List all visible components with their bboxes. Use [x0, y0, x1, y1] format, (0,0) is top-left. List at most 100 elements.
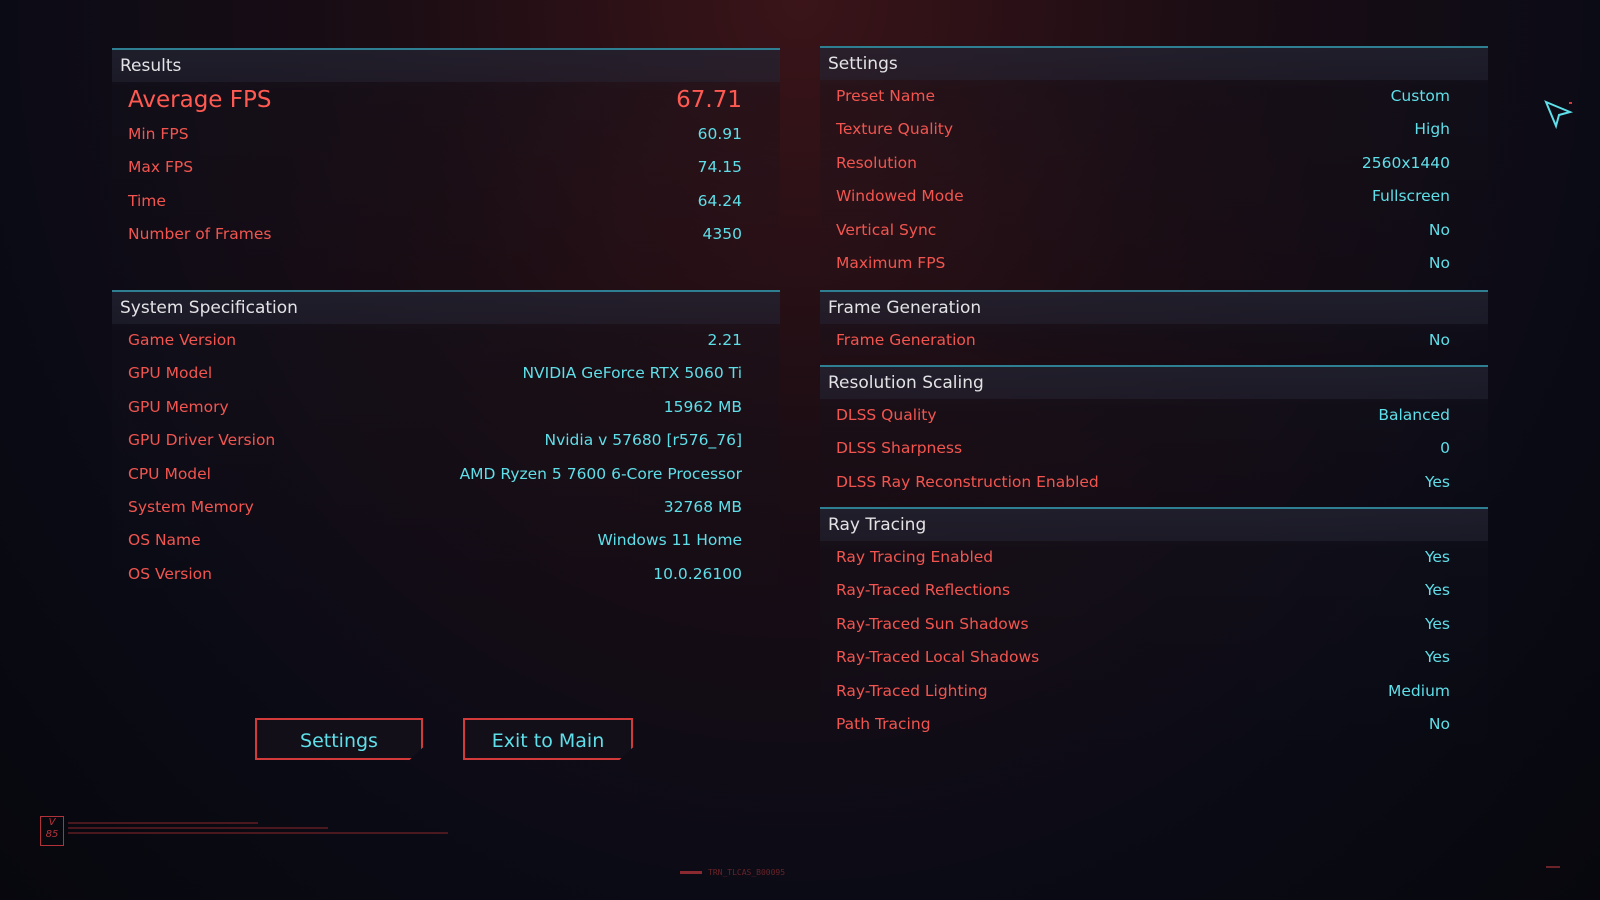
- row-label: OS Name: [128, 531, 201, 550]
- row-label: Preset Name: [836, 87, 935, 105]
- ray-tracing-row: Ray-Traced Lighting Medium: [820, 675, 1488, 708]
- system-row: GPU Driver Version Nvidia v 57680 [r576_…: [112, 424, 780, 457]
- row-label: Ray-Traced Local Shadows: [836, 648, 1040, 667]
- results-row: Max FPS 74.15: [112, 151, 780, 184]
- settings-section: Settings Preset Name Custom Texture Qual…: [820, 46, 1488, 290]
- row-value: AMD Ryzen 5 7600 6-Core Processor: [459, 464, 742, 483]
- row-label: Frame Generation: [836, 331, 976, 349]
- row-value: Yes: [1424, 648, 1450, 667]
- row-label: Min FPS: [128, 125, 189, 143]
- ray-tracing-title: Ray Tracing: [820, 509, 1488, 541]
- row-value: Balanced: [1378, 406, 1450, 424]
- resolution-scaling-row: DLSS Sharpness 0: [820, 432, 1488, 465]
- row-value: 15962 MB: [663, 397, 742, 416]
- system-spec-title: System Specification: [112, 292, 780, 324]
- row-label: Maximum FPS: [836, 253, 946, 272]
- row-value: 10.0.26100: [653, 564, 742, 583]
- row-label: Max FPS: [128, 158, 194, 177]
- row-value: 60.91: [697, 125, 742, 143]
- system-row: Game Version 2.21: [112, 324, 780, 357]
- row-label: Ray Tracing Enabled: [836, 548, 994, 566]
- ray-tracing-row: Ray Tracing Enabled Yes: [820, 541, 1488, 574]
- row-value: No: [1428, 253, 1450, 272]
- resolution-scaling-row: DLSS Quality Balanced: [820, 399, 1488, 432]
- settings-row: Preset Name Custom: [820, 80, 1488, 113]
- settings-row: Resolution 2560x1440: [820, 147, 1488, 180]
- row-label: CPU Model: [128, 464, 211, 483]
- row-label: System Memory: [128, 497, 254, 516]
- fine-print-decoration: [68, 822, 458, 837]
- row-value: Fullscreen: [1371, 187, 1450, 206]
- row-label: Game Version: [128, 331, 237, 349]
- row-label: OS Version: [128, 564, 212, 583]
- version-logo: V 85: [40, 816, 64, 846]
- system-row: OS Version 10.0.26100: [112, 558, 780, 591]
- row-value: Yes: [1424, 614, 1450, 633]
- resolution-scaling-section: Resolution Scaling DLSS Quality Balanced…: [820, 365, 1488, 507]
- settings-row: Vertical Sync No: [820, 214, 1488, 247]
- ray-tracing-row: Ray-Traced Reflections Yes: [820, 574, 1488, 607]
- row-label: Ray-Traced Reflections: [836, 581, 1011, 600]
- system-row: OS Name Windows 11 Home: [112, 524, 780, 557]
- row-value: Windows 11 Home: [597, 531, 742, 550]
- corner-mark-decoration: [1546, 866, 1560, 868]
- average-fps-row: Average FPS 67.71: [112, 82, 780, 118]
- row-value: 2560x1440: [1361, 153, 1450, 172]
- ray-tracing-row: Ray-Traced Local Shadows Yes: [820, 641, 1488, 674]
- system-row: GPU Memory 15962 MB: [112, 391, 780, 424]
- row-label: GPU Driver Version: [128, 431, 276, 450]
- row-value: 74.15: [697, 158, 742, 177]
- average-fps-value: 67.71: [676, 87, 742, 113]
- average-fps-label: Average FPS: [128, 87, 272, 113]
- row-value: 4350: [702, 225, 742, 244]
- row-value: No: [1428, 714, 1450, 733]
- row-value: No: [1428, 220, 1450, 239]
- row-label: DLSS Quality: [836, 406, 937, 424]
- row-value: Custom: [1390, 87, 1450, 105]
- system-row: System Memory 32768 MB: [112, 491, 780, 524]
- settings-row: Windowed Mode Fullscreen: [820, 180, 1488, 213]
- results-section: Results Average FPS 67.71 Min FPS 60.91 …: [112, 48, 780, 282]
- settings-row: Texture Quality High: [820, 113, 1488, 146]
- row-value: Yes: [1424, 581, 1450, 600]
- row-value: Yes: [1424, 548, 1450, 566]
- bottom-tag: TRN_TLCAS_B00095: [680, 868, 785, 877]
- frame-generation-row: Frame Generation No: [820, 324, 1488, 357]
- row-value: 64.24: [697, 191, 742, 210]
- row-label: Windowed Mode: [836, 187, 964, 206]
- results-title: Results: [112, 50, 780, 82]
- frame-generation-section: Frame Generation Frame Generation No: [820, 290, 1488, 364]
- side-decoration: [22, 360, 34, 550]
- settings-button[interactable]: Settings: [255, 718, 423, 760]
- exit-to-main-menu-button[interactable]: Exit to Main Menu: [463, 718, 633, 760]
- ray-tracing-section: Ray Tracing Ray Tracing Enabled Yes Ray-…: [820, 507, 1488, 751]
- ray-tracing-row: Ray-Traced Sun Shadows Yes: [820, 608, 1488, 641]
- row-value: No: [1428, 331, 1450, 349]
- row-value: 0: [1440, 439, 1450, 458]
- row-label: GPU Model: [128, 364, 213, 383]
- row-label: Ray-Traced Lighting: [836, 681, 988, 700]
- results-row: Min FPS 60.91: [112, 118, 780, 151]
- row-label: Vertical Sync: [836, 220, 937, 239]
- row-value: Nvidia v 57680 [r576_76]: [544, 431, 742, 450]
- system-spec-section: System Specification Game Version 2.21 G…: [112, 290, 780, 602]
- row-label: Ray-Traced Sun Shadows: [836, 614, 1029, 633]
- row-value: High: [1414, 120, 1450, 139]
- results-row: Number of Frames 4350: [112, 218, 780, 251]
- row-label: Path Tracing: [836, 714, 931, 733]
- row-label: GPU Memory: [128, 397, 229, 416]
- row-label: DLSS Sharpness: [836, 439, 963, 458]
- row-value: NVIDIA GeForce RTX 5060 Ti: [522, 364, 742, 383]
- resolution-scaling-row: DLSS Ray Reconstruction Enabled Yes: [820, 466, 1488, 499]
- row-value: Medium: [1388, 681, 1450, 700]
- system-row: GPU Model NVIDIA GeForce RTX 5060 Ti: [112, 357, 780, 390]
- row-label: Number of Frames: [128, 225, 272, 244]
- arrow-cursor-icon: [1544, 100, 1574, 130]
- row-value: 32768 MB: [663, 497, 742, 516]
- row-label: Resolution: [836, 153, 917, 172]
- row-label: Texture Quality: [836, 120, 954, 139]
- settings-title: Settings: [820, 48, 1488, 80]
- row-value: 2.21: [707, 331, 742, 349]
- ray-tracing-row: Path Tracing No: [820, 708, 1488, 741]
- settings-row: Maximum FPS No: [820, 247, 1488, 280]
